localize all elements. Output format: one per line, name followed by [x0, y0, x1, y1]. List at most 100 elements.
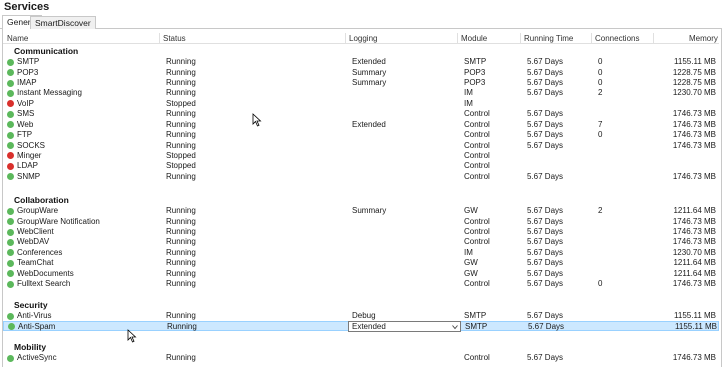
service-running-time: 5.67 Days — [527, 353, 564, 363]
status-stopped-icon — [7, 152, 14, 160]
service-memory: 1746.73 MB — [672, 216, 716, 226]
service-row[interactable]: TeamChat Running GW 5.67 Days 1211.64 MB — [3, 258, 719, 268]
service-row[interactable]: LDAP Stopped Control — [3, 161, 719, 171]
service-name: WebClient — [17, 227, 54, 237]
service-row[interactable]: GroupWare Notification Running Control 5.67… — [3, 217, 719, 227]
service-status: Running — [166, 88, 196, 98]
service-name: Fulltext Search — [17, 279, 71, 289]
service-name: Minger — [17, 150, 42, 160]
service-row[interactable]: SMTP Running Extended SMTP 5.67 Days 0 1155.11… — [3, 57, 719, 67]
service-row[interactable]: Fulltext Search Running Control 5.67 Days 0 1… — [3, 279, 719, 289]
service-row[interactable]: Web Running Extended Control 5.67 Days 7 1746.… — [3, 120, 719, 130]
column-divider[interactable] — [159, 33, 160, 44]
service-running-time: 5.67 Days — [527, 119, 564, 129]
service-memory: 1230.70 MB — [672, 247, 716, 257]
service-connections: 7 — [598, 119, 603, 129]
service-memory: 1746.73 MB — [672, 353, 716, 363]
column-divider[interactable] — [591, 33, 592, 44]
service-row[interactable]: SMS Running Control 5.67 Days 1746.73 MB — [3, 109, 719, 119]
service-memory: 1746.73 MB — [672, 171, 716, 181]
service-running-time: 5.67 Days — [527, 57, 564, 67]
service-connections: 2 — [598, 206, 603, 216]
status-running-icon — [7, 79, 14, 87]
service-status: Running — [166, 227, 196, 237]
service-memory: 1746.73 MB — [672, 140, 716, 150]
service-connections: 2 — [598, 88, 603, 98]
service-module: Control — [464, 161, 490, 171]
service-memory: 1228.75 MB — [672, 78, 716, 88]
column-header-logging[interactable]: Logging — [349, 34, 377, 43]
service-row[interactable]: Conferences Running IM 5.67 Days 1230.70 MB — [3, 248, 719, 258]
window-title: Services — [4, 1, 50, 13]
service-running-time: 5.67 Days — [527, 247, 564, 257]
group-header-0: Communication — [14, 46, 79, 56]
service-row[interactable]: WebDocuments Running GW 5.67 Days 1211.64 MB — [3, 269, 719, 279]
service-memory: 1746.73 MB — [672, 119, 716, 129]
status-running-icon — [7, 312, 14, 320]
status-running-icon — [7, 58, 14, 66]
service-name: Web — [17, 119, 34, 129]
title-bar: Services — [0, 0, 722, 16]
service-status: Running — [166, 216, 196, 226]
service-module: SMTP — [465, 321, 488, 331]
service-name: GroupWare Notification — [17, 216, 100, 226]
service-running-time: 5.67 Days — [527, 258, 564, 268]
chevron-down-icon[interactable] — [452, 324, 458, 330]
column-divider[interactable] — [457, 33, 458, 44]
service-module: POP3 — [464, 67, 486, 77]
service-name: GroupWare — [17, 206, 59, 216]
logging-dropdown-value: Extended — [352, 321, 386, 331]
service-module: Control — [464, 171, 490, 181]
status-running-icon — [7, 259, 14, 267]
service-name: VoIP — [17, 98, 34, 108]
service-row[interactable]: WebDAV Running Control 5.67 Days 1746.73 MB — [3, 237, 719, 247]
service-status: Running — [166, 258, 196, 268]
service-running-time: 5.67 Days — [527, 140, 564, 150]
tabstrip: General SmartDiscover — [0, 15, 722, 29]
service-running-time: 5.67 Days — [527, 206, 564, 216]
service-name: WebDAV — [17, 237, 50, 247]
tab-smartdiscover[interactable]: SmartDiscover — [30, 16, 96, 29]
service-row[interactable]: FTP Running Control 5.67 Days 0 1746.73 MB — [3, 130, 719, 140]
service-row[interactable]: WebClient Running Control 5.67 Days 1746.73 … — [3, 227, 719, 237]
column-divider[interactable] — [520, 33, 521, 44]
service-memory: 1228.75 MB — [672, 67, 716, 77]
service-name: LDAP — [17, 161, 38, 171]
service-module: IM — [464, 88, 473, 98]
service-row[interactable]: Minger Stopped Control — [3, 151, 719, 161]
column-header-connections[interactable]: Connections — [595, 34, 639, 43]
logging-dropdown[interactable]: Extended — [348, 320, 461, 332]
service-row[interactable]: GroupWare Running Summary GW 5.67 Days 2 1211.… — [3, 206, 719, 216]
service-connections: 0 — [598, 130, 603, 140]
service-logging: Summary — [352, 67, 387, 77]
service-name: POP3 — [17, 67, 39, 77]
column-header-status[interactable]: Status — [163, 34, 186, 43]
column-header-running-time[interactable]: Running Time — [524, 34, 573, 43]
group-header-2: Security — [14, 300, 48, 310]
column-header-memory[interactable]: Memory — [689, 34, 718, 43]
service-status: Running — [166, 268, 196, 278]
service-module: Control — [464, 216, 490, 226]
status-running-icon — [7, 207, 14, 215]
service-row[interactable]: POP3 Running Summary POP3 5.67 Days 0 1228.75 … — [3, 68, 719, 78]
column-header-module[interactable]: Module — [461, 34, 487, 43]
service-row[interactable]: SOCKS Running Control 5.67 Days 1746.73 MB — [3, 141, 719, 151]
column-divider[interactable] — [653, 33, 654, 44]
service-row[interactable]: Instant Messaging Running IM 5.67 Days 2 1230… — [3, 88, 719, 98]
group-header-3: Mobility — [14, 342, 47, 352]
service-running-time: 5.67 Days — [527, 67, 564, 77]
service-connections: 0 — [598, 57, 603, 67]
service-name: SMTP — [17, 57, 40, 67]
column-divider[interactable] — [345, 33, 346, 44]
column-header-name[interactable]: Name — [7, 34, 28, 43]
service-memory: 1230.70 MB — [672, 88, 716, 98]
service-row[interactable]: VoIP Stopped IM — [3, 99, 719, 109]
service-memory: 1211.64 MB — [673, 258, 716, 268]
service-row[interactable]: SNMP Running Control 5.67 Days 1746.73 MB — [3, 172, 719, 182]
service-connections: 0 — [598, 279, 603, 289]
service-status: Running — [166, 57, 196, 67]
service-row[interactable]: ActiveSync Running Control 5.67 Days 1746.73… — [3, 353, 719, 363]
service-row[interactable]: Anti-Spam Running Extended SMTP 5.67 Days 115… — [3, 320, 719, 332]
service-row[interactable]: IMAP Running Summary POP3 5.67 Days 0 1228.75 … — [3, 78, 719, 88]
service-status: Stopped — [166, 161, 196, 171]
